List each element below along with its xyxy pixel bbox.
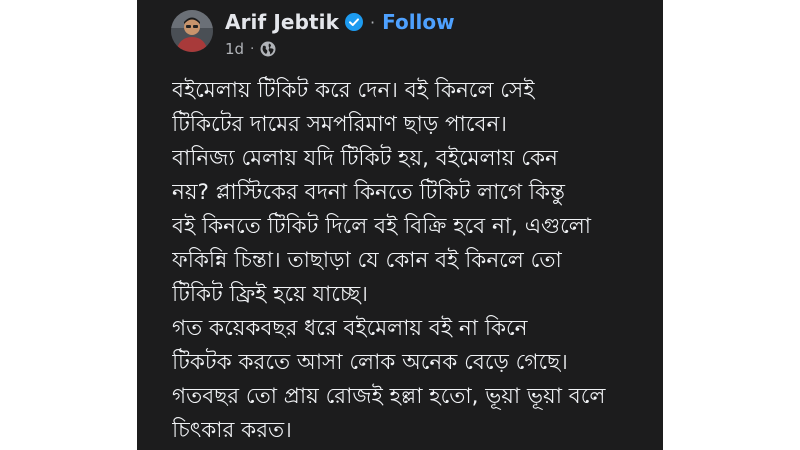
separator-dot: · [370, 12, 376, 32]
post-text-line: গত কয়েকবছর ধরে বইমেলায় বই না কিনে [172, 316, 528, 341]
author-name[interactable]: Arif Jebtik [225, 10, 339, 34]
avatar[interactable] [171, 10, 213, 52]
post-card: Arif Jebtik · Follow 1d · বইমেলায় টিকিট… [137, 0, 663, 450]
post-text-line: বানিজ্য মেলায় যদি টিকিট হয়, বইমেলায় ক… [172, 146, 558, 171]
post-text-line: নয়? প্লাস্টিকের বদনা কিনতে টিকিট লাগে ক… [172, 180, 565, 205]
avatar-image [171, 10, 213, 52]
post-meta: 1d · [225, 38, 276, 60]
post-text-line: গতবছর তো প্রায় রোজই হল্লা হতো, ভূয়া ভূ… [172, 384, 606, 409]
author-line: Arif Jebtik · Follow [225, 8, 455, 36]
verified-badge-icon [345, 13, 364, 31]
post-text-line: বই কিনতে টিকিট দিলে বই বিক্রি হবে না, এগ… [172, 214, 592, 239]
post-text-line: টিকিট ফ্রিই হয়ে যাচ্ছে। [172, 282, 368, 307]
post-text-line: বইমেলায় টিকিট করে দেন। বই কিনলে সেই [172, 78, 535, 103]
globe-icon[interactable] [260, 41, 276, 57]
post-text: বইমেলায় টিকিট করে দেন। বই কিনলে সেই টিক… [172, 74, 642, 448]
post-timestamp[interactable]: 1d [225, 40, 244, 58]
post-text-line: ফকিন্নি চিন্তা। তাছাড়া যে কোন বই কিনলে … [172, 248, 562, 273]
post-text-line: টিকটক করতে আসা লোক অনেক বেড়ে গেছে। [172, 350, 568, 375]
post-text-line: চিৎকার করত। [172, 418, 292, 443]
meta-separator-dot: · [250, 41, 255, 57]
post-header: Arif Jebtik · Follow 1d · [137, 0, 663, 66]
post-text-line: টিকিটের দামের সমপরিমাণ ছাড় পাবেন। [172, 112, 507, 137]
follow-button[interactable]: Follow [382, 10, 455, 34]
